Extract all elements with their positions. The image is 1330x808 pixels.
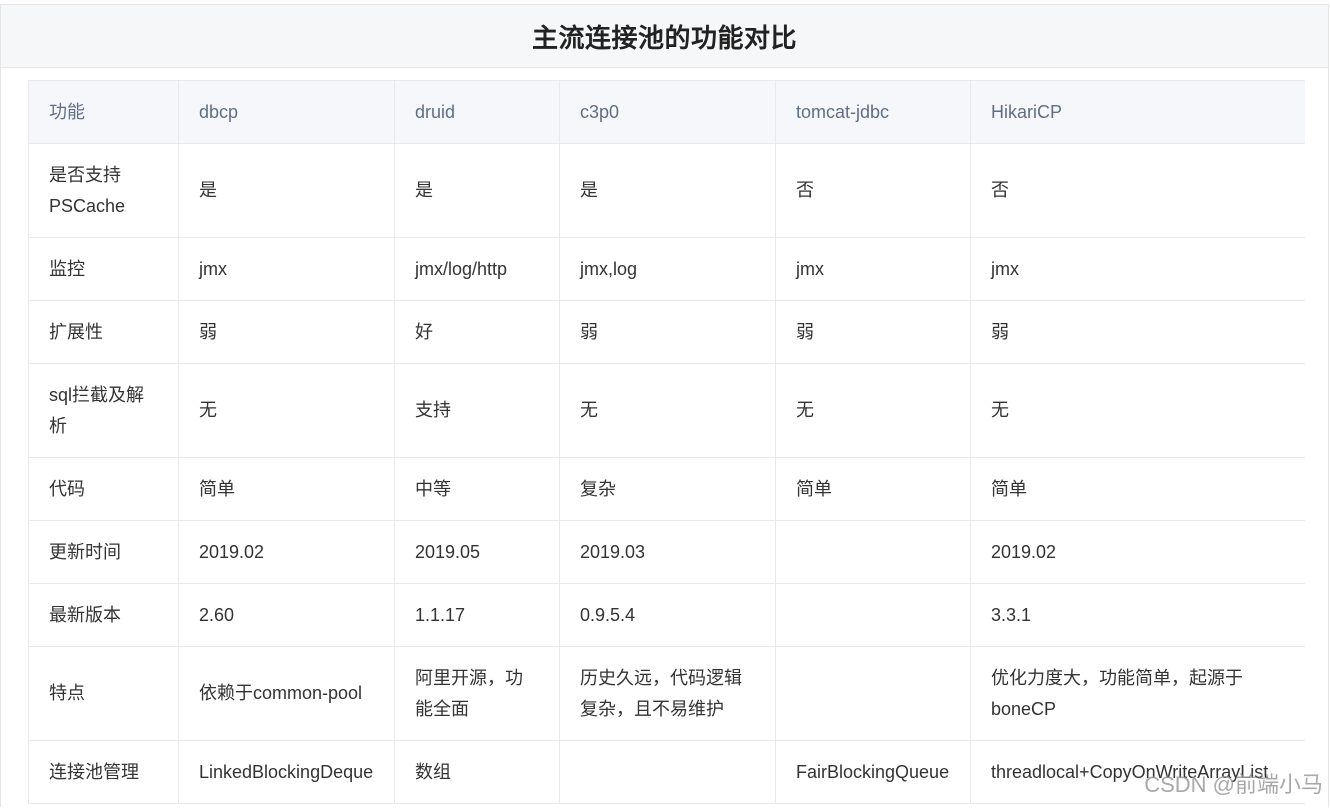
content-frame: 主流连接池的功能对比 功能 dbcp druid c3p0 tomcat-jdb…: [0, 4, 1329, 807]
title-bar: 主流连接池的功能对比: [1, 5, 1328, 68]
table-cell: 依赖于common-pool: [178, 646, 395, 741]
table-cell: 好: [394, 300, 560, 364]
header-hikaricp: HikariCP: [970, 80, 1305, 144]
table-cell: 阿里开源，功能全面: [394, 646, 560, 741]
table-cell: 2019.02: [178, 520, 395, 584]
table-cell: 是: [394, 143, 560, 238]
table-cell: 历史久远，代码逻辑复杂，且不易维护: [559, 646, 776, 741]
table-cell: 是: [559, 143, 776, 238]
table-cell: 是: [178, 143, 395, 238]
table-cell: 复杂: [559, 457, 776, 521]
table-cell: 无: [970, 363, 1305, 458]
table-cell: 2019.02: [970, 520, 1305, 584]
table-cell: 无: [775, 363, 971, 458]
table-row: 连接池管理 LinkedBlockingDeque 数组 FairBlockin…: [28, 740, 1305, 804]
table-row: 特点 依赖于common-pool 阿里开源，功能全面 历史久远，代码逻辑复杂，…: [28, 646, 1305, 741]
table-cell: 中等: [394, 457, 560, 521]
header-dbcp: dbcp: [178, 80, 395, 144]
table-cell: jmx: [970, 237, 1305, 301]
table-cell: jmx: [775, 237, 971, 301]
table-cell: 1.1.17: [394, 583, 560, 647]
table-cell: jmx,log: [559, 237, 776, 301]
table-cell: 弱: [775, 300, 971, 364]
table-container: 功能 dbcp druid c3p0 tomcat-jdbc HikariCP …: [28, 80, 1305, 808]
header-tomcat-jdbc: tomcat-jdbc: [775, 80, 971, 144]
table-cell: 支持: [394, 363, 560, 458]
table-cell: 弱: [178, 300, 395, 364]
table-cell: FairBlockingQueue: [775, 740, 971, 804]
table-row: sql拦截及解析 无 支持 无 无 无: [28, 363, 1305, 458]
table-cell: 弱: [559, 300, 776, 364]
table-cell: 弱: [970, 300, 1305, 364]
table-cell: 否: [970, 143, 1305, 238]
table-cell: 无: [178, 363, 395, 458]
table-row: 是否支持PSCache 是 是 是 否 否: [28, 143, 1305, 238]
table-cell: jmx/log/http: [394, 237, 560, 301]
table-cell: sql拦截及解析: [28, 363, 179, 458]
table-cell: 2019.05: [394, 520, 560, 584]
table-cell: 监控: [28, 237, 179, 301]
table-row: 更新时间 2019.02 2019.05 2019.03 2019.02: [28, 520, 1305, 584]
header-c3p0: c3p0: [559, 80, 776, 144]
table-cell: 特点: [28, 646, 179, 741]
table-row: 监控 jmx jmx/log/http jmx,log jmx jmx: [28, 237, 1305, 301]
table-cell: [775, 520, 971, 584]
table-cell: 简单: [970, 457, 1305, 521]
watermark: CSDN @前端小马: [1144, 772, 1323, 797]
table-cell: 2.60: [178, 583, 395, 647]
table-cell: 0.9.5.4: [559, 583, 776, 647]
header-feature: 功能: [28, 80, 179, 144]
table-cell: 简单: [178, 457, 395, 521]
table-cell: 数组: [394, 740, 560, 804]
table-cell: [559, 740, 776, 804]
table-cell: [775, 646, 971, 741]
table-row: 最新版本 2.60 1.1.17 0.9.5.4 3.3.1: [28, 583, 1305, 647]
table-cell: 最新版本: [28, 583, 179, 647]
table-cell: 扩展性: [28, 300, 179, 364]
table-cell: 是否支持PSCache: [28, 143, 179, 238]
table-cell: [775, 583, 971, 647]
table-row: 代码 简单 中等 复杂 简单 简单: [28, 457, 1305, 521]
table-row: 扩展性 弱 好 弱 弱 弱: [28, 300, 1305, 364]
table-cell: 代码: [28, 457, 179, 521]
table-cell: 简单: [775, 457, 971, 521]
table-cell: 连接池管理: [28, 740, 179, 804]
table-cell: 无: [559, 363, 776, 458]
table-cell: 否: [775, 143, 971, 238]
table-cell: 2019.03: [559, 520, 776, 584]
table-cell: 更新时间: [28, 520, 179, 584]
table-header-row: 功能 dbcp druid c3p0 tomcat-jdbc HikariCP: [28, 80, 1305, 144]
comparison-table: 功能 dbcp druid c3p0 tomcat-jdbc HikariCP …: [28, 80, 1305, 804]
header-druid: druid: [394, 80, 560, 144]
table-cell: jmx: [178, 237, 395, 301]
table-cell: 优化力度大，功能简单，起源于boneCP: [970, 646, 1305, 741]
page-title: 主流连接池的功能对比: [531, 22, 797, 53]
table-cell: LinkedBlockingDeque: [178, 740, 395, 804]
table-cell: 3.3.1: [970, 583, 1305, 647]
